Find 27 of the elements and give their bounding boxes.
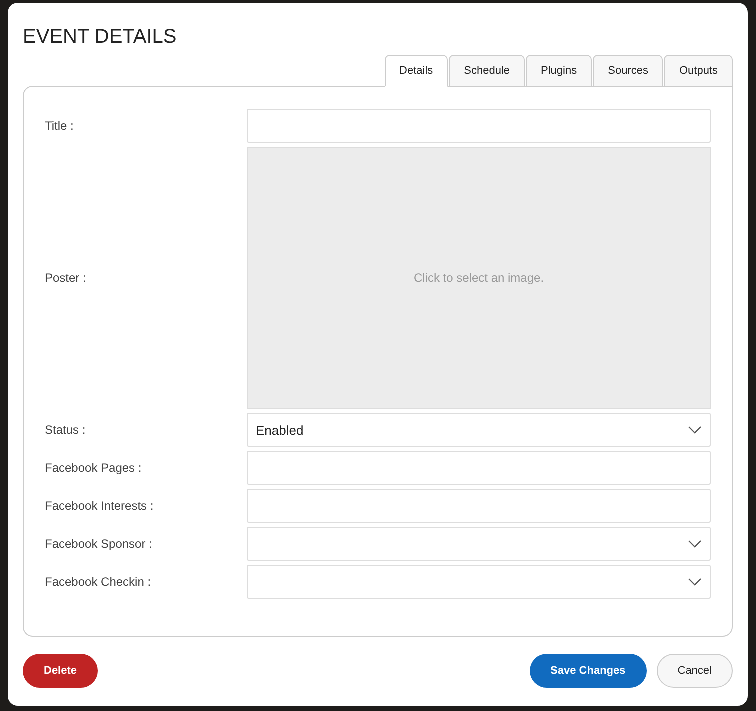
select-field[interactable]: Enabled bbox=[247, 413, 711, 447]
text-field[interactable] bbox=[247, 109, 711, 143]
chevron-down-icon bbox=[688, 540, 702, 548]
select-field[interactable] bbox=[247, 565, 711, 599]
chevron-down-icon bbox=[688, 578, 702, 586]
field-label: Status : bbox=[45, 423, 87, 437]
tab[interactable]: Details bbox=[384, 55, 448, 87]
tab[interactable]: Sources bbox=[593, 55, 664, 87]
tab[interactable]: Outputs bbox=[664, 55, 733, 87]
cancel-button[interactable]: Cancel bbox=[656, 654, 733, 688]
select-value: Enabled bbox=[256, 422, 304, 438]
field-label: Title : bbox=[45, 119, 75, 133]
dialog-title: EVENT DETAILS bbox=[23, 25, 178, 49]
select-field[interactable] bbox=[247, 527, 711, 561]
tab[interactable]: Schedule bbox=[449, 55, 526, 87]
save-button[interactable]: Save Changes bbox=[530, 654, 647, 688]
field-label: Facebook Checkin : bbox=[45, 575, 152, 589]
field-label: Facebook Sponsor : bbox=[45, 537, 154, 551]
field-label: Facebook Pages : bbox=[45, 461, 143, 475]
chevron-down-icon bbox=[688, 426, 702, 434]
delete-button[interactable]: Delete bbox=[23, 654, 98, 688]
tab[interactable]: Plugins bbox=[526, 55, 592, 87]
text-field[interactable] bbox=[247, 451, 711, 485]
image-prompt: Click to select an image. bbox=[414, 271, 544, 285]
text-field[interactable] bbox=[247, 489, 711, 523]
field-label: Facebook Interests : bbox=[45, 499, 155, 513]
field-label: Poster : bbox=[45, 271, 88, 285]
